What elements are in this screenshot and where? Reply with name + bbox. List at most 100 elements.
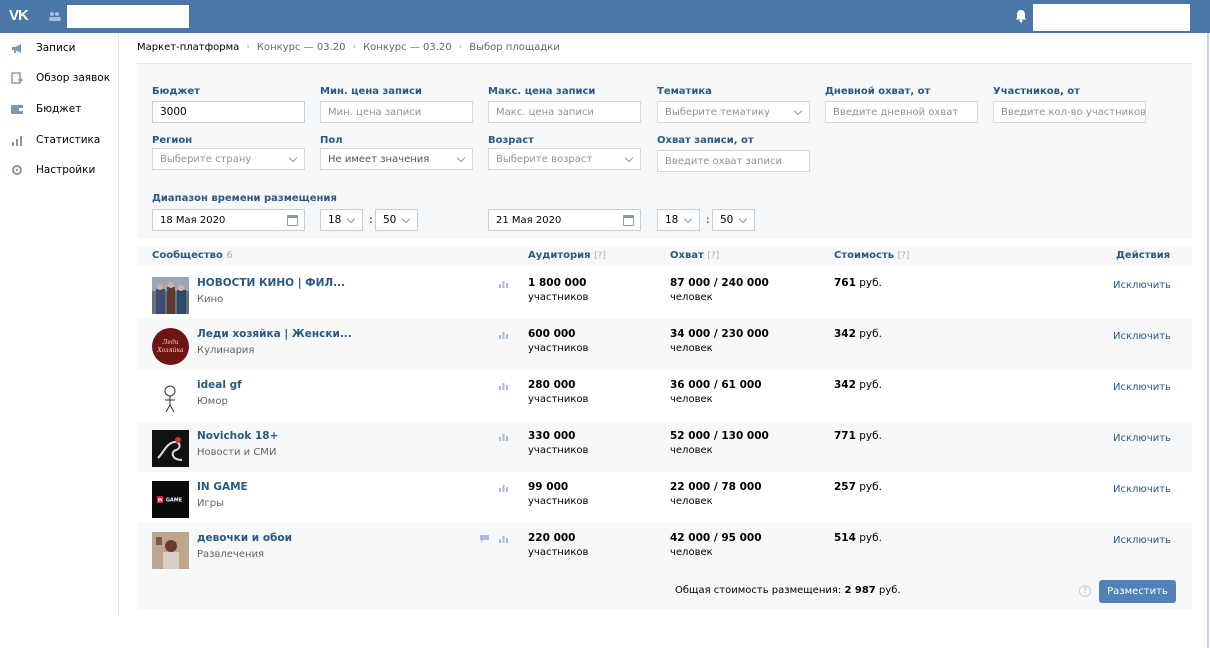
total-currency: руб. <box>878 585 901 596</box>
members-input[interactable]: Введите кол-во участников <box>993 101 1146 123</box>
breadcrumb-item[interactable]: Конкурс — 03.20 <box>257 42 346 53</box>
audience-unit: участников <box>528 445 589 456</box>
profile-menu[interactable] <box>1033 4 1190 31</box>
cost-currency: руб. <box>859 379 882 391</box>
start-date-input[interactable]: 18 Мая 2020 <box>152 209 305 231</box>
gender-label: Пол <box>320 135 343 146</box>
cost-amount: 257 <box>834 481 856 493</box>
top-search-input[interactable] <box>67 5 189 28</box>
right-border <box>1207 33 1209 648</box>
exclude-link[interactable]: Исключить <box>1113 535 1171 546</box>
topic-label: Тематика <box>657 86 712 97</box>
stats-icon[interactable] <box>498 533 509 543</box>
min-price-label: Мин. цена записи <box>320 86 422 97</box>
max-price-input[interactable]: Макс. цена записи <box>488 101 641 123</box>
community-name[interactable]: Novichok 18+ <box>197 430 278 442</box>
min-price-input[interactable]: Мин. цена записи <box>320 101 473 123</box>
chevron-right-icon: › <box>458 42 463 52</box>
gender-select[interactable]: Не имеет значения <box>320 148 473 170</box>
community-avatar[interactable] <box>152 277 189 314</box>
community-name[interactable]: Леди хозяйка | Женски... <box>197 328 352 340</box>
top-bar: VK <box>0 0 1210 33</box>
bar-chart-icon <box>10 133 24 147</box>
audience-unit: участников <box>528 343 589 354</box>
community-name[interactable]: ideal gf <box>197 379 242 391</box>
help-icon[interactable]: [?] <box>898 251 910 261</box>
exclude-link[interactable]: Исключить <box>1113 331 1171 342</box>
range-label: Диапазон времени размещения <box>152 193 337 204</box>
sidebar-item-posts[interactable]: Записи <box>0 36 118 60</box>
table-header: Сообщество 6 Аудитория [?] Охват [?] Сто… <box>137 245 1192 267</box>
calendar-icon[interactable] <box>623 215 634 226</box>
place-button[interactable]: Разместить <box>1099 580 1176 603</box>
topic-select[interactable]: Выберите тематику <box>657 101 810 123</box>
time-colon: : <box>706 213 710 226</box>
requests-icon <box>10 71 24 85</box>
community-name[interactable]: девочки и обои <box>197 532 292 544</box>
help-icon[interactable]: ? <box>1079 585 1091 597</box>
col-cost-label: Стоимость <box>834 250 895 261</box>
community-avatar[interactable]: IN GAME <box>152 481 189 518</box>
audience-value: 99 000 <box>528 481 569 493</box>
daily-reach-label: Дневной охват, от <box>825 86 931 97</box>
sidebar-item-requests[interactable]: Обзор заявок <box>0 66 118 90</box>
start-minute-select[interactable]: 50 <box>375 209 418 231</box>
community-avatar[interactable] <box>152 430 189 467</box>
breadcrumb-item[interactable]: Конкурс — 03.20 <box>363 42 452 53</box>
reach-value: 34 000 / 230 000 <box>670 328 769 340</box>
sidebar-item-settings[interactable]: Настройки <box>0 158 118 182</box>
exclude-link[interactable]: Исключить <box>1113 484 1171 495</box>
stats-icon[interactable] <box>498 329 509 339</box>
search-icon <box>49 11 61 21</box>
svg-text:Леди: Леди <box>161 339 178 346</box>
start-hour-select[interactable]: 18 <box>320 209 363 231</box>
col-community[interactable]: Сообщество 6 <box>152 250 233 261</box>
community-avatar[interactable]: Леди Хозяйка <box>152 328 189 365</box>
stats-icon[interactable] <box>498 482 509 492</box>
community-name[interactable]: НОВОСТИ КИНО | ФИЛ... <box>197 277 345 289</box>
col-community-label: Сообщество <box>152 250 223 261</box>
stats-icon[interactable] <box>498 278 509 288</box>
sidebar-item-budget[interactable]: Бюджет <box>0 97 118 121</box>
cost-currency: руб. <box>859 430 882 442</box>
col-audience[interactable]: Аудитория [?] <box>528 250 606 261</box>
total-label: Общая стоимость размещения: <box>675 585 842 596</box>
message-icon[interactable] <box>480 533 489 543</box>
help-icon[interactable]: [?] <box>707 251 719 261</box>
stats-icon[interactable] <box>498 431 509 441</box>
daily-reach-input[interactable]: Введите дневной охват <box>825 101 978 123</box>
audience-value: 280 000 <box>528 379 576 391</box>
audience-unit: участников <box>528 496 589 507</box>
stats-icon[interactable] <box>498 380 509 390</box>
exclude-link[interactable]: Исключить <box>1113 433 1171 444</box>
age-select[interactable]: Выберите возраст <box>488 148 641 170</box>
end-date-input[interactable]: 21 Мая 2020 <box>488 209 641 231</box>
sidebar-item-stats[interactable]: Статистика <box>0 128 118 152</box>
cost-currency: руб. <box>859 328 882 340</box>
bell-icon[interactable] <box>1015 9 1027 23</box>
end-hour-select[interactable]: 18 <box>657 209 700 231</box>
reach-unit: человек <box>670 445 713 456</box>
community-avatar[interactable] <box>152 379 189 416</box>
col-reach[interactable]: Охват [?] <box>670 250 719 261</box>
exclude-link[interactable]: Исключить <box>1113 280 1171 291</box>
calendar-icon[interactable] <box>287 215 298 226</box>
community-category: Новости и СМИ <box>197 447 277 458</box>
end-minute-select[interactable]: 50 <box>712 209 755 231</box>
vk-logo[interactable]: VK <box>9 8 33 23</box>
reach-value: 87 000 / 240 000 <box>670 277 769 289</box>
breadcrumb-item[interactable]: Маркет-платформа <box>137 42 239 53</box>
table-row: IN GAME IN GAME Игры 99 000 участников 22… <box>137 472 1192 523</box>
start-date-value: 18 Мая 2020 <box>160 214 226 226</box>
col-cost[interactable]: Стоимость [?] <box>834 250 909 261</box>
region-select[interactable]: Выберите страну <box>152 148 305 170</box>
cost-value: 771 руб. <box>834 430 882 442</box>
community-avatar[interactable] <box>152 532 189 569</box>
exclude-link[interactable]: Исключить <box>1113 382 1171 393</box>
help-icon[interactable]: [?] <box>594 251 606 261</box>
post-reach-input[interactable]: Введите охват записи <box>657 150 810 172</box>
budget-input[interactable]: 3000 <box>152 101 305 123</box>
community-name[interactable]: IN GAME <box>197 481 248 493</box>
max-price-label: Макс. цена записи <box>488 86 596 97</box>
audience-value: 330 000 <box>528 430 576 442</box>
